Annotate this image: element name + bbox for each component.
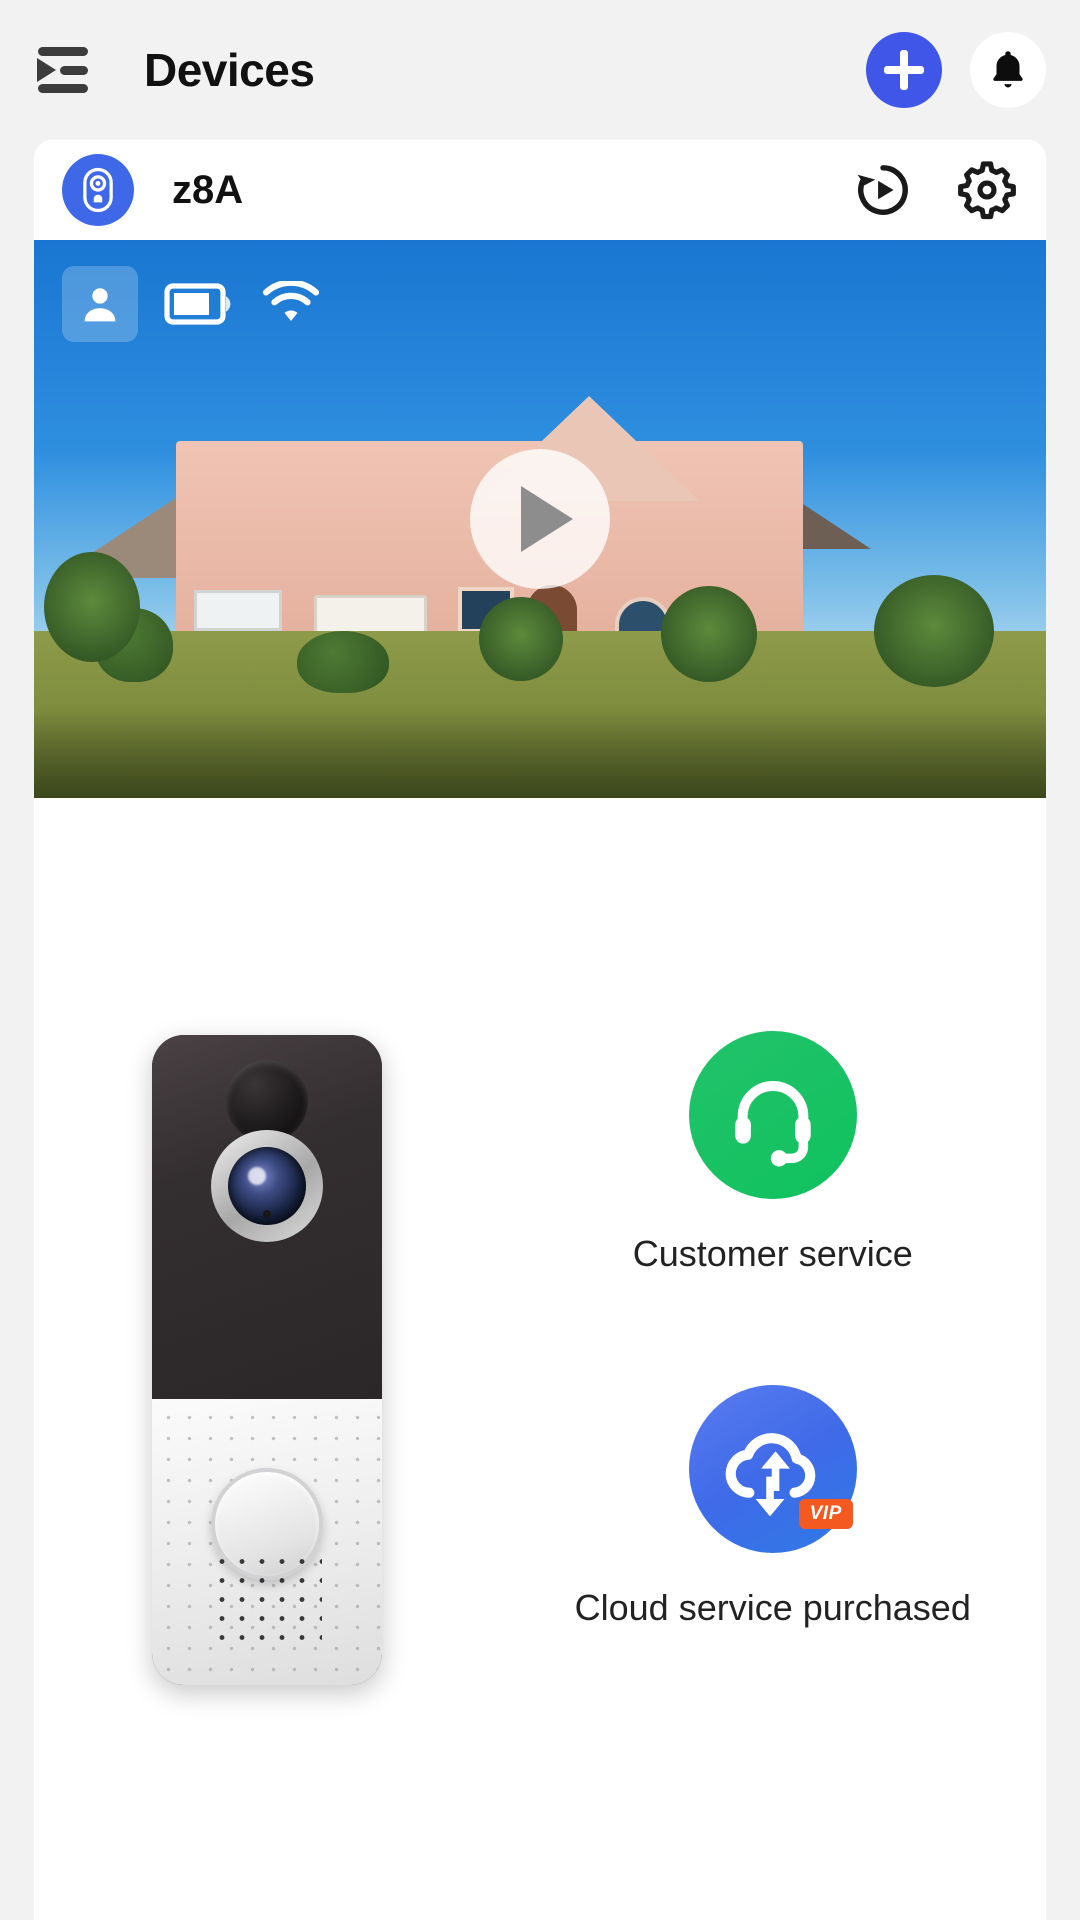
- menu-bar-top: [38, 47, 88, 56]
- menu-list-icon[interactable]: [34, 41, 92, 99]
- device-card: z8A: [34, 140, 1046, 798]
- customer-service-label: Customer service: [632, 1233, 913, 1274]
- plus-icon: [884, 50, 924, 90]
- cloud-service-label: Cloud service purchased: [574, 1587, 971, 1628]
- camera-lens-ring: [210, 1129, 323, 1242]
- doorbell-icon: [62, 154, 134, 226]
- device-card-header: z8A: [34, 140, 1046, 240]
- add-device-button[interactable]: [866, 32, 942, 108]
- cloud-sync-icon: VIP: [688, 1385, 857, 1553]
- doorbell-image-column: [34, 798, 500, 1920]
- microphone-hole: [262, 1209, 271, 1218]
- palm-3: [661, 585, 758, 682]
- play-icon: [521, 486, 573, 552]
- doorbell-device-image: [151, 1035, 382, 1685]
- doorbell-lower-body: [151, 1399, 382, 1685]
- gear-icon[interactable]: [956, 159, 1018, 221]
- playback-history-icon[interactable]: [852, 159, 914, 221]
- doorbell-upper-body: [151, 1035, 382, 1399]
- cloud-service-item[interactable]: VIP Cloud service purchased: [575, 1385, 971, 1629]
- headset-icon: [688, 1031, 857, 1199]
- speaker-grille: [211, 1551, 322, 1648]
- person-icon: [84, 288, 116, 322]
- vip-badge: VIP: [798, 1499, 853, 1529]
- window-left: [194, 589, 283, 631]
- lawn-shadow: [34, 708, 1046, 798]
- page-title: Devices: [144, 44, 315, 96]
- shrub-2: [297, 630, 390, 693]
- bell-icon: [993, 51, 1023, 88]
- app-bar-actions: [866, 32, 1046, 108]
- person-detection-indicator: [62, 266, 138, 342]
- notifications-button[interactable]: [970, 32, 1046, 108]
- panel-bottom-spacer: [34, 1876, 1046, 1920]
- play-button[interactable]: [470, 449, 610, 589]
- wifi-icon: [262, 281, 320, 321]
- menu-bar-middle: [60, 66, 88, 75]
- customer-service-item[interactable]: Customer service: [633, 1031, 913, 1275]
- palm-4: [873, 574, 994, 687]
- palm-2: [479, 597, 564, 682]
- menu-bar-bottom: [38, 84, 88, 93]
- device-detail-panel: Customer service VIP Cloud service purch…: [34, 798, 1046, 1920]
- battery-icon: [164, 283, 231, 325]
- services-column: Customer service VIP Cloud service purch…: [500, 798, 1046, 1920]
- menu-triangle: [37, 58, 56, 82]
- palm-1: [44, 552, 141, 663]
- device-name: z8A: [172, 167, 244, 212]
- camera-status-icons: [62, 266, 320, 342]
- app-bar: Devices: [0, 0, 1080, 140]
- device-card-actions: [852, 159, 1018, 221]
- camera-preview[interactable]: [34, 240, 1046, 798]
